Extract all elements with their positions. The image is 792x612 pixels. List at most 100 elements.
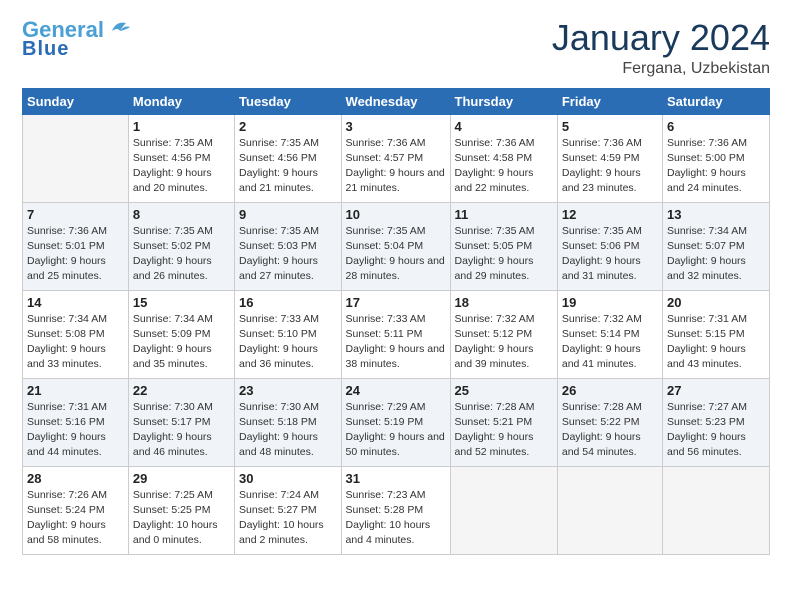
day-number: 9	[239, 207, 336, 222]
day-number: 23	[239, 383, 336, 398]
day-number: 29	[133, 471, 230, 486]
day-number: 11	[455, 207, 553, 222]
day-info: Sunrise: 7:35 AMSunset: 5:05 PMDaylight:…	[455, 224, 553, 285]
day-info: Sunrise: 7:34 AMSunset: 5:08 PMDaylight:…	[27, 312, 124, 373]
day-number: 17	[346, 295, 446, 310]
calendar-cell	[23, 114, 129, 202]
day-info: Sunrise: 7:27 AMSunset: 5:23 PMDaylight:…	[667, 400, 765, 461]
day-info: Sunrise: 7:30 AMSunset: 5:17 PMDaylight:…	[133, 400, 230, 461]
calendar-cell: 15 Sunrise: 7:34 AMSunset: 5:09 PMDayligh…	[128, 290, 234, 378]
calendar-cell: 2 Sunrise: 7:35 AMSunset: 4:56 PMDaylight…	[235, 114, 341, 202]
subtitle: Fergana, Uzbekistan	[552, 60, 770, 78]
logo-blue: Blue	[22, 38, 69, 61]
day-number: 20	[667, 295, 765, 310]
calendar-cell: 7 Sunrise: 7:36 AMSunset: 5:01 PMDaylight…	[23, 202, 129, 290]
day-number: 10	[346, 207, 446, 222]
day-number: 25	[455, 383, 553, 398]
day-info: Sunrise: 7:32 AMSunset: 5:12 PMDaylight:…	[455, 312, 553, 373]
calendar-cell: 23Sunrise: 7:30 AMSunset: 5:18 PMDayligh…	[235, 378, 341, 466]
calendar-cell: 25Sunrise: 7:28 AMSunset: 5:21 PMDayligh…	[450, 378, 557, 466]
day-info: Sunrise: 7:36 AMSunset: 5:00 PMDaylight:…	[667, 136, 765, 197]
day-info: Sunrise: 7:35 AMSunset: 4:56 PMDaylight:…	[133, 136, 230, 197]
day-info: Sunrise: 7:35 AMSunset: 5:04 PMDaylight:…	[346, 224, 446, 285]
day-number: 13	[667, 207, 765, 222]
calendar-cell: 28Sunrise: 7:26 AMSunset: 5:24 PMDayligh…	[23, 466, 129, 554]
day-number: 1	[133, 119, 230, 134]
day-info: Sunrise: 7:35 AMSunset: 4:56 PMDaylight:…	[239, 136, 336, 197]
day-number: 12	[562, 207, 658, 222]
calendar-table: SundayMondayTuesdayWednesdayThursdayFrid…	[22, 88, 770, 555]
day-info: Sunrise: 7:33 AMSunset: 5:11 PMDaylight:…	[346, 312, 446, 373]
calendar-cell	[662, 466, 769, 554]
day-info: Sunrise: 7:25 AMSunset: 5:25 PMDaylight:…	[133, 488, 230, 549]
calendar-cell: 27 Sunrise: 7:27 AMSunset: 5:23 PMDayligh…	[662, 378, 769, 466]
calendar-cell: 6 Sunrise: 7:36 AMSunset: 5:00 PMDaylight…	[662, 114, 769, 202]
day-number: 4	[455, 119, 553, 134]
day-of-week-header: Friday	[557, 88, 662, 114]
calendar-week-row: 7 Sunrise: 7:36 AMSunset: 5:01 PMDaylight…	[23, 202, 770, 290]
day-number: 7	[27, 207, 124, 222]
day-number: 14	[27, 295, 124, 310]
day-number: 21	[27, 383, 124, 398]
day-info: Sunrise: 7:34 AMSunset: 5:07 PMDaylight:…	[667, 224, 765, 285]
calendar-cell: 13 Sunrise: 7:34 AMSunset: 5:07 PMDayligh…	[662, 202, 769, 290]
calendar-cell: 9 Sunrise: 7:35 AMSunset: 5:03 PMDaylight…	[235, 202, 341, 290]
day-info: Sunrise: 7:35 AMSunset: 5:06 PMDaylight:…	[562, 224, 658, 285]
day-number: 2	[239, 119, 336, 134]
day-number: 8	[133, 207, 230, 222]
calendar-cell: 24 Sunrise: 7:29 AMSunset: 5:19 PMDayligh…	[341, 378, 450, 466]
day-number: 31	[346, 471, 446, 486]
calendar-week-row: 28Sunrise: 7:26 AMSunset: 5:24 PMDayligh…	[23, 466, 770, 554]
day-number: 5	[562, 119, 658, 134]
day-number: 28	[27, 471, 124, 486]
day-of-week-header: Monday	[128, 88, 234, 114]
main-title: January 2024	[552, 18, 770, 58]
day-info: Sunrise: 7:31 AMSunset: 5:15 PMDaylight:…	[667, 312, 765, 373]
day-number: 22	[133, 383, 230, 398]
page: General Blue January 2024 Fergana, Uzbek…	[0, 0, 792, 612]
calendar-cell: 19Sunrise: 7:32 AMSunset: 5:14 PMDayligh…	[557, 290, 662, 378]
day-number: 6	[667, 119, 765, 134]
calendar-cell: 4 Sunrise: 7:36 AMSunset: 4:58 PMDaylight…	[450, 114, 557, 202]
calendar-cell: 18Sunrise: 7:32 AMSunset: 5:12 PMDayligh…	[450, 290, 557, 378]
day-info: Sunrise: 7:23 AMSunset: 5:28 PMDaylight:…	[346, 488, 446, 549]
logo: General Blue	[22, 18, 130, 61]
day-info: Sunrise: 7:29 AMSunset: 5:19 PMDaylight:…	[346, 400, 446, 461]
day-info: Sunrise: 7:35 AMSunset: 5:03 PMDaylight:…	[239, 224, 336, 285]
calendar-cell: 3Sunrise: 7:36 AMSunset: 4:57 PMDaylight…	[341, 114, 450, 202]
day-info: Sunrise: 7:36 AMSunset: 4:58 PMDaylight:…	[455, 136, 553, 197]
day-info: Sunrise: 7:33 AMSunset: 5:10 PMDaylight:…	[239, 312, 336, 373]
calendar-header-row: SundayMondayTuesdayWednesdayThursdayFrid…	[23, 88, 770, 114]
header: General Blue January 2024 Fergana, Uzbek…	[22, 18, 770, 78]
title-block: January 2024 Fergana, Uzbekistan	[552, 18, 770, 78]
day-info: Sunrise: 7:34 AMSunset: 5:09 PMDaylight:…	[133, 312, 230, 373]
day-info: Sunrise: 7:36 AMSunset: 4:57 PMDaylight:…	[346, 136, 446, 197]
calendar-cell: 20 Sunrise: 7:31 AMSunset: 5:15 PMDayligh…	[662, 290, 769, 378]
day-of-week-header: Thursday	[450, 88, 557, 114]
day-number: 26	[562, 383, 658, 398]
day-of-week-header: Wednesday	[341, 88, 450, 114]
day-info: Sunrise: 7:31 AMSunset: 5:16 PMDaylight:…	[27, 400, 124, 461]
day-of-week-header: Saturday	[662, 88, 769, 114]
calendar-week-row: 21 Sunrise: 7:31 AMSunset: 5:16 PMDayligh…	[23, 378, 770, 466]
logo-bird-icon	[108, 17, 130, 39]
calendar-cell: 16 Sunrise: 7:33 AMSunset: 5:10 PMDayligh…	[235, 290, 341, 378]
calendar-week-row: 14 Sunrise: 7:34 AMSunset: 5:08 PMDayligh…	[23, 290, 770, 378]
day-number: 27	[667, 383, 765, 398]
calendar-cell: 1 Sunrise: 7:35 AMSunset: 4:56 PMDaylight…	[128, 114, 234, 202]
calendar-cell	[557, 466, 662, 554]
calendar-cell: 21 Sunrise: 7:31 AMSunset: 5:16 PMDayligh…	[23, 378, 129, 466]
calendar-cell: 5Sunrise: 7:36 AMSunset: 4:59 PMDaylight…	[557, 114, 662, 202]
day-info: Sunrise: 7:36 AMSunset: 5:01 PMDaylight:…	[27, 224, 124, 285]
calendar-cell: 30Sunrise: 7:24 AMSunset: 5:27 PMDayligh…	[235, 466, 341, 554]
day-number: 15	[133, 295, 230, 310]
calendar-cell: 29 Sunrise: 7:25 AMSunset: 5:25 PMDayligh…	[128, 466, 234, 554]
calendar-cell: 14 Sunrise: 7:34 AMSunset: 5:08 PMDayligh…	[23, 290, 129, 378]
calendar-cell: 8 Sunrise: 7:35 AMSunset: 5:02 PMDaylight…	[128, 202, 234, 290]
day-number: 24	[346, 383, 446, 398]
day-number: 16	[239, 295, 336, 310]
calendar-cell: 12 Sunrise: 7:35 AMSunset: 5:06 PMDayligh…	[557, 202, 662, 290]
day-info: Sunrise: 7:28 AMSunset: 5:22 PMDaylight:…	[562, 400, 658, 461]
day-info: Sunrise: 7:24 AMSunset: 5:27 PMDaylight:…	[239, 488, 336, 549]
day-info: Sunrise: 7:35 AMSunset: 5:02 PMDaylight:…	[133, 224, 230, 285]
